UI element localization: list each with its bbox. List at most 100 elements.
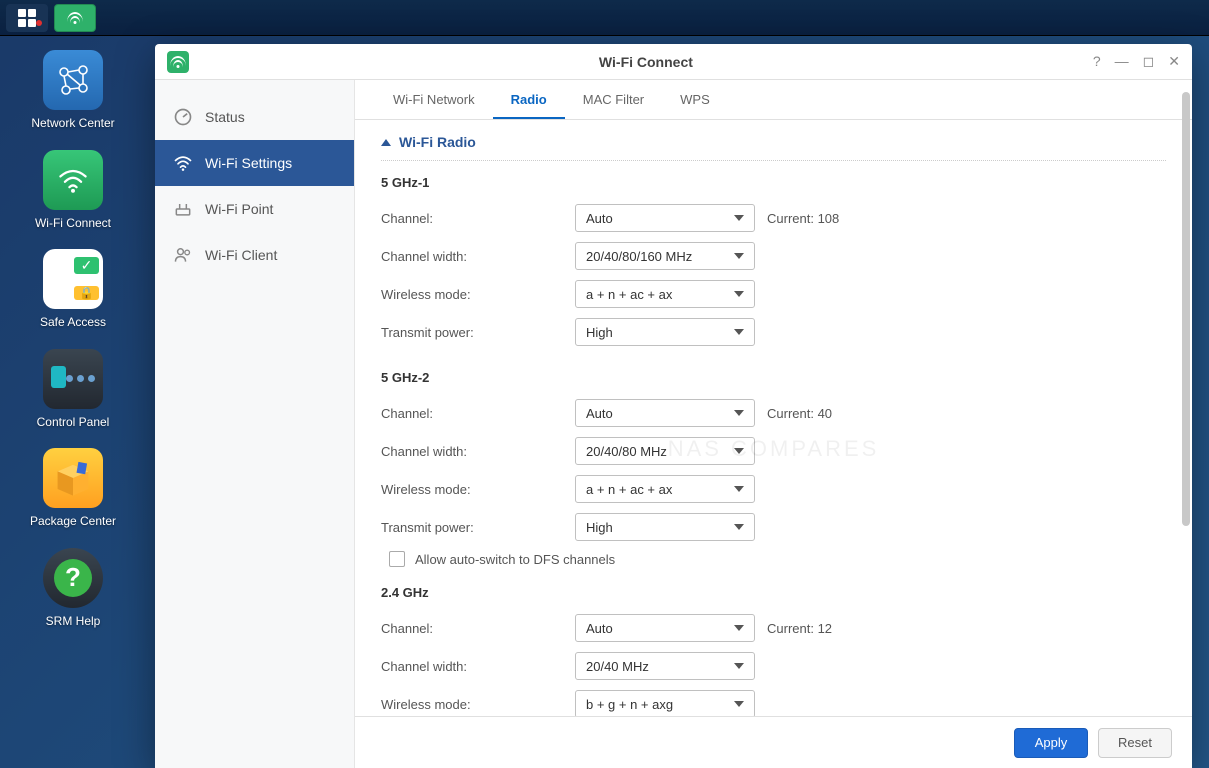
channel-select[interactable]: Auto	[575, 399, 755, 427]
transmit-power-select[interactable]: High	[575, 513, 755, 541]
dropdown-arrow-icon	[734, 663, 744, 669]
desktop-icon-label: Control Panel	[18, 415, 128, 431]
taskbar-wifi-connect[interactable]	[54, 4, 96, 32]
dropdown-arrow-icon	[734, 524, 744, 530]
field-row: Transmit power: High	[381, 513, 1166, 541]
desktop-icon-label: Safe Access	[18, 315, 128, 331]
package-icon	[43, 448, 103, 508]
field-row: Wireless mode: a + n + ac + ax	[381, 475, 1166, 503]
sidebar: Status Wi-Fi Settings Wi-Fi Point Wi-Fi …	[155, 80, 355, 768]
field-label: Wireless mode:	[381, 482, 575, 497]
network-icon	[43, 50, 103, 110]
close-button[interactable]: ✕	[1168, 53, 1180, 70]
tab-radio[interactable]: Radio	[493, 82, 565, 119]
wireless-mode-select[interactable]: a + n + ac + ax	[575, 280, 755, 308]
desktop-icon-label: Network Center	[18, 116, 128, 132]
gauge-icon	[173, 107, 193, 127]
field-label: Transmit power:	[381, 520, 575, 535]
app-icon	[167, 51, 189, 73]
scrollbar-thumb[interactable]	[1182, 92, 1190, 526]
checkbox-icon	[389, 551, 405, 567]
band-heading: 2.4 GHz	[381, 585, 1166, 600]
field-row: Channel width: 20/40 MHz	[381, 652, 1166, 680]
sidebar-item-label: Wi-Fi Point	[205, 201, 273, 217]
field-row: Channel: Auto Current: 12	[381, 614, 1166, 642]
channel-width-select[interactable]: 20/40/80 MHz	[575, 437, 755, 465]
reset-button[interactable]: Reset	[1098, 728, 1172, 758]
footer: Apply Reset	[355, 716, 1192, 768]
help-button[interactable]: ?	[1093, 53, 1101, 70]
scrollbar[interactable]	[1182, 92, 1190, 712]
dropdown-arrow-icon	[734, 448, 744, 454]
sidebar-item-label: Wi-Fi Client	[205, 247, 277, 263]
main-menu-button[interactable]	[6, 4, 48, 32]
field-label: Channel:	[381, 621, 575, 636]
channel-select[interactable]: Auto	[575, 614, 755, 642]
tab-wifi-network[interactable]: Wi-Fi Network	[375, 82, 493, 119]
field-row: Channel width: 20/40/80/160 MHz	[381, 242, 1166, 270]
field-label: Channel width:	[381, 659, 575, 674]
sidebar-item-wifi-point[interactable]: Wi-Fi Point	[155, 186, 354, 232]
desktop-icon-wifi-connect[interactable]: Wi-Fi Connect	[18, 150, 128, 232]
sidebar-item-wifi-settings[interactable]: Wi-Fi Settings	[155, 140, 354, 186]
desktop-icon-label: Package Center	[18, 514, 128, 530]
desktop-icon-label: Wi-Fi Connect	[18, 216, 128, 232]
wireless-mode-select[interactable]: b + g + n + axg	[575, 690, 755, 716]
checkbox-label: Allow auto-switch to DFS channels	[415, 552, 615, 567]
chevron-up-icon	[381, 139, 391, 146]
wireless-mode-select[interactable]: a + n + ac + ax	[575, 475, 755, 503]
wifi-icon	[170, 56, 186, 68]
channel-width-select[interactable]: 20/40 MHz	[575, 652, 755, 680]
desktop-icon-control-panel[interactable]: Control Panel	[18, 349, 128, 431]
field-label: Wireless mode:	[381, 287, 575, 302]
band-heading: 5 GHz-2	[381, 370, 1166, 385]
dfs-checkbox-row[interactable]: Allow auto-switch to DFS channels	[389, 551, 1166, 567]
desktop: Network Center Wi-Fi Connect ✓ 🔒 Safe Ac…	[0, 36, 146, 768]
transmit-power-select[interactable]: High	[575, 318, 755, 346]
sidebar-item-label: Wi-Fi Settings	[205, 155, 292, 171]
field-label: Channel:	[381, 211, 575, 226]
sidebar-item-wifi-client[interactable]: Wi-Fi Client	[155, 232, 354, 278]
router-icon	[173, 199, 193, 219]
dropdown-arrow-icon	[734, 410, 744, 416]
minimize-button[interactable]: —	[1115, 53, 1129, 70]
channel-width-select[interactable]: 20/40/80/160 MHz	[575, 242, 755, 270]
maximize-button[interactable]: ◻	[1143, 53, 1155, 70]
dropdown-arrow-icon	[734, 701, 744, 707]
channel-current: Current: 40	[767, 406, 832, 421]
dropdown-arrow-icon	[734, 291, 744, 297]
wifi-icon	[173, 153, 193, 173]
field-row: Channel width: 20/40/80 MHz	[381, 437, 1166, 465]
desktop-icon-label: SRM Help	[18, 614, 128, 630]
sidebar-item-label: Status	[205, 109, 245, 125]
dropdown-arrow-icon	[734, 215, 744, 221]
help-icon: ?	[43, 548, 103, 608]
desktop-icon-srm-help[interactable]: ? SRM Help	[18, 548, 128, 630]
field-label: Channel:	[381, 406, 575, 421]
wifi-icon	[43, 150, 103, 210]
dropdown-arrow-icon	[734, 253, 744, 259]
sidebar-item-status[interactable]: Status	[155, 94, 354, 140]
field-label: Channel width:	[381, 249, 575, 264]
field-label: Channel width:	[381, 444, 575, 459]
section-toggle[interactable]: Wi-Fi Radio	[381, 134, 1166, 161]
dropdown-arrow-icon	[734, 486, 744, 492]
desktop-icon-network-center[interactable]: Network Center	[18, 50, 128, 132]
tab-wps[interactable]: WPS	[662, 82, 728, 119]
taskbar	[0, 0, 1209, 36]
app-window: Wi-Fi Connect ? — ◻ ✕ Status Wi-Fi Setti…	[155, 44, 1192, 768]
field-row: Wireless mode: b + g + n + axg	[381, 690, 1166, 716]
content-area: NAS COMPARES Wi-Fi Radio 5 GHz-1 Channel…	[355, 120, 1192, 716]
main-panel: Wi-Fi Network Radio MAC Filter WPS NAS C…	[355, 80, 1192, 768]
channel-select[interactable]: Auto	[575, 204, 755, 232]
safe-access-icon: ✓ 🔒	[43, 249, 103, 309]
apply-button[interactable]: Apply	[1014, 728, 1088, 758]
desktop-icon-package-center[interactable]: Package Center	[18, 448, 128, 530]
control-panel-icon	[43, 349, 103, 409]
dropdown-arrow-icon	[734, 625, 744, 631]
channel-current: Current: 108	[767, 211, 839, 226]
titlebar: Wi-Fi Connect ? — ◻ ✕	[155, 44, 1192, 80]
tab-mac-filter[interactable]: MAC Filter	[565, 82, 662, 119]
desktop-icon-safe-access[interactable]: ✓ 🔒 Safe Access	[18, 249, 128, 331]
dropdown-arrow-icon	[734, 329, 744, 335]
